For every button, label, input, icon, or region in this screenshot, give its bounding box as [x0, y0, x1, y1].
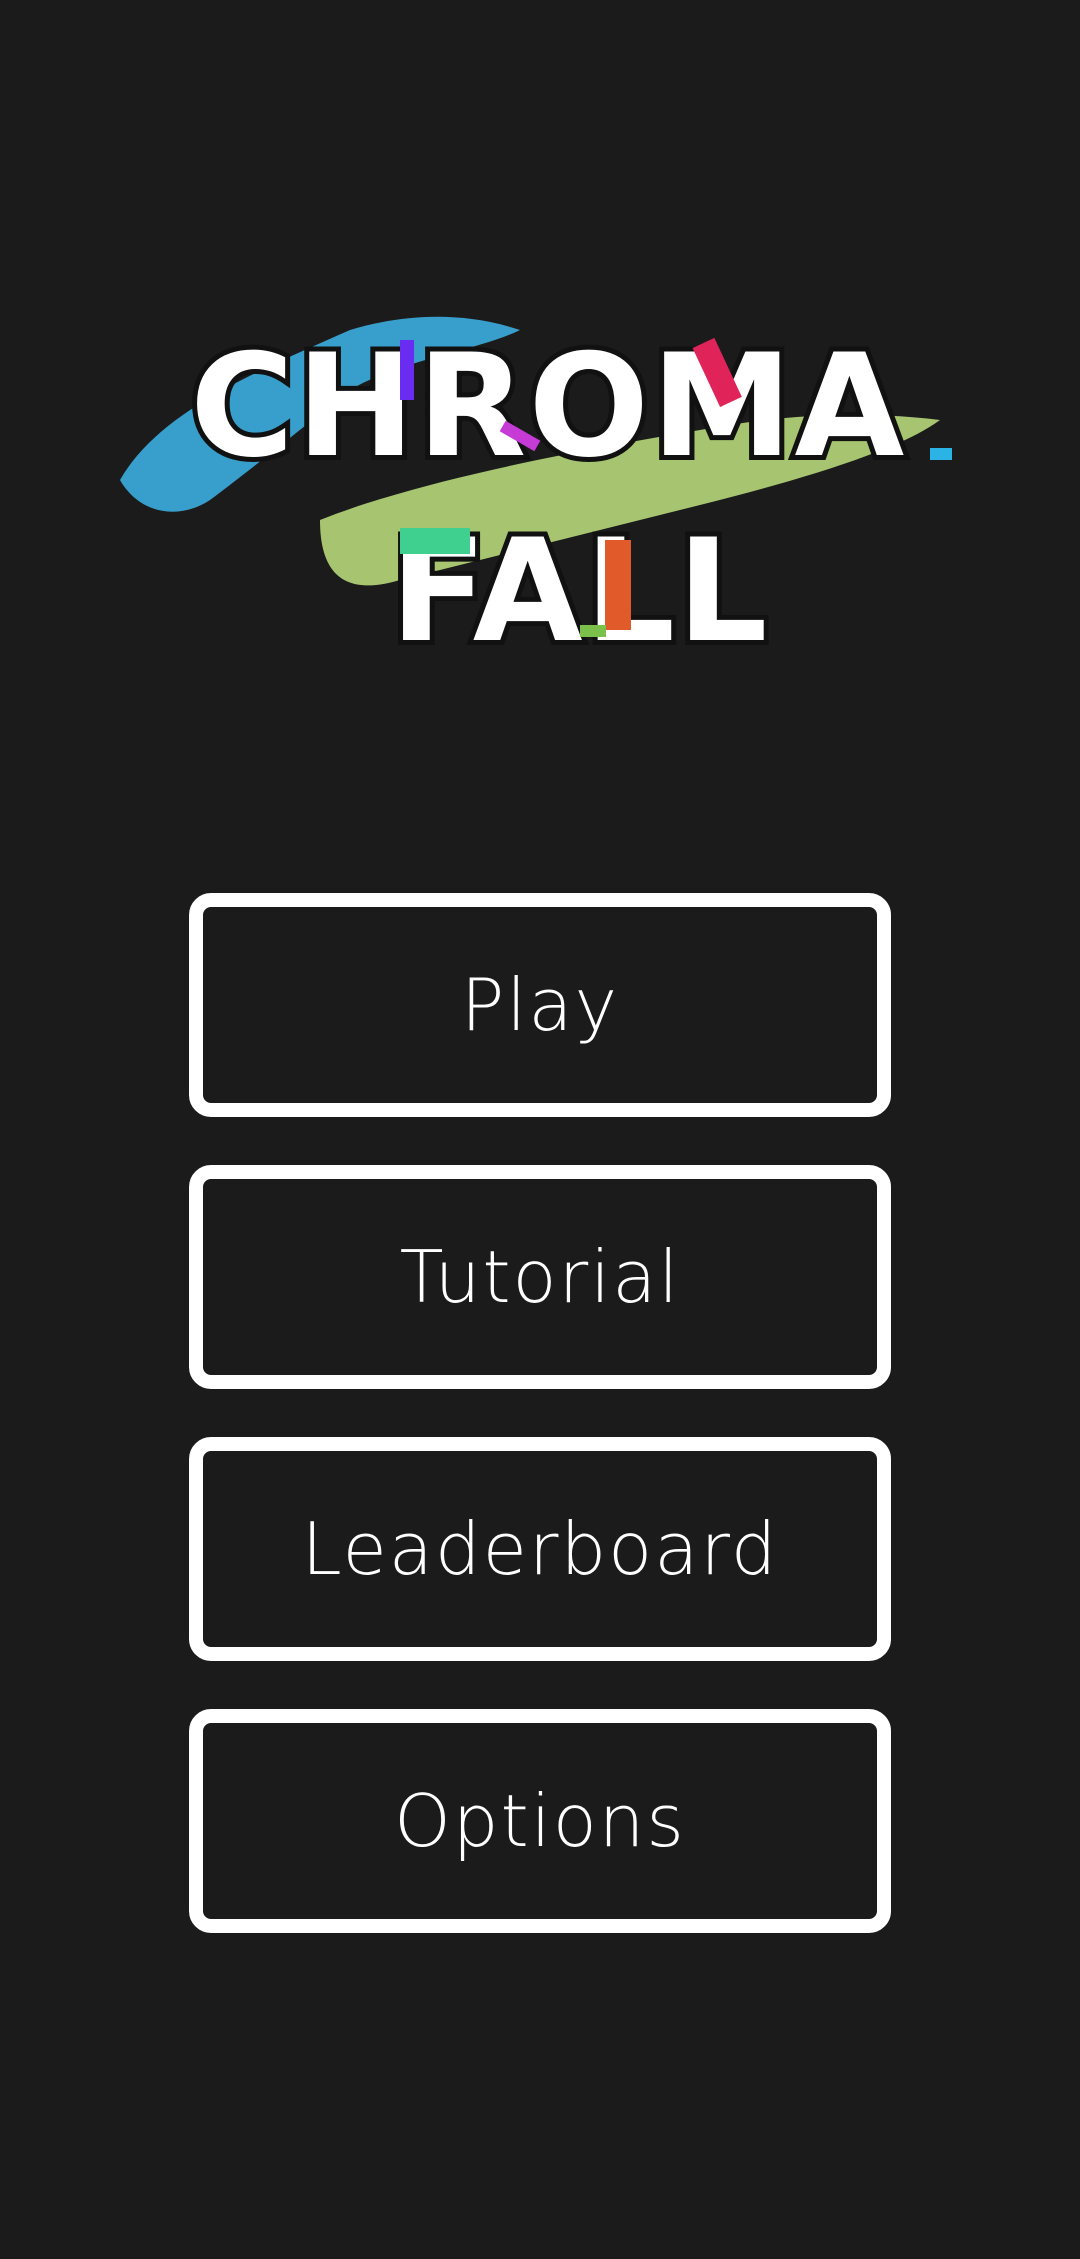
accent-lime-sliver: [580, 625, 606, 637]
play-button[interactable]: Play: [189, 893, 891, 1117]
accent-orange-sliver: [605, 540, 631, 630]
play-button-label: Play: [460, 963, 620, 1047]
leaderboard-button[interactable]: Leaderboard: [189, 1437, 891, 1661]
accent-mint-sliver: [400, 528, 470, 554]
accent-cyan-sliver: [930, 448, 952, 460]
main-menu: Play Tutorial Leaderboard Options: [189, 893, 891, 1981]
game-logo: CHROMA FALL: [100, 290, 980, 680]
tutorial-button-label: Tutorial: [399, 1235, 681, 1319]
options-button[interactable]: Options: [189, 1709, 891, 1933]
accent-purple-sliver: [400, 340, 414, 400]
logo-line1: CHROMA: [190, 324, 906, 489]
leaderboard-button-label: Leaderboard: [301, 1507, 779, 1591]
options-button-label: Options: [394, 1779, 686, 1863]
logo-art: CHROMA FALL: [120, 316, 952, 679]
tutorial-button[interactable]: Tutorial: [189, 1165, 891, 1389]
